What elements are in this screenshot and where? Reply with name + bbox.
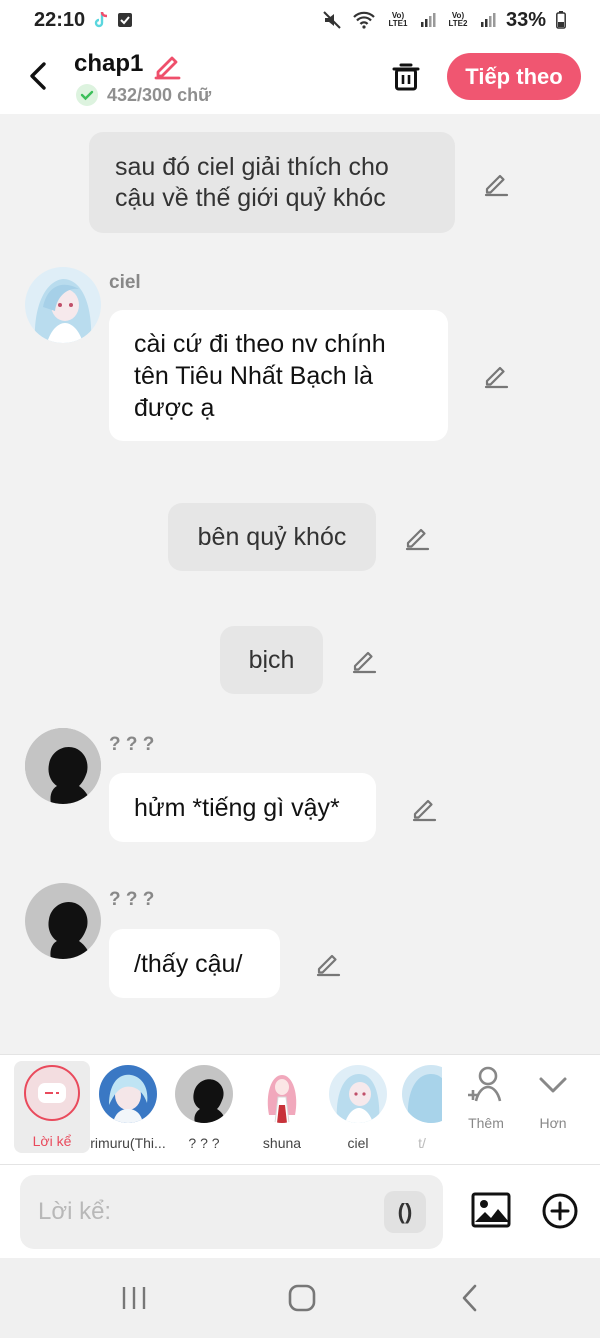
avatar-ciel [329, 1065, 387, 1123]
status-bar: 22:10 Vo) LTE1 Vo) LTE2 33% [0, 0, 600, 40]
recents-button[interactable] [114, 1280, 154, 1316]
battery-percent: 33% [505, 8, 546, 31]
nav-back-button[interactable] [450, 1280, 490, 1316]
edit-message-icon[interactable] [403, 523, 431, 551]
wifi-icon [352, 11, 376, 29]
message-bubble[interactable]: hửm *tiếng gì vậy* [109, 773, 376, 842]
tiktok-icon [93, 11, 109, 29]
status-time: 22:10 [34, 8, 86, 31]
avatar-unknown[interactable] [25, 728, 101, 804]
chapter-title[interactable]: chap1 [74, 50, 143, 78]
avatar-unknown[interactable] [25, 883, 101, 959]
message-bubble[interactable]: /thấy cậu/ [109, 929, 280, 998]
image-icon [471, 1192, 511, 1228]
character-label: shuna [262, 1135, 302, 1151]
next-button[interactable]: Tiếp theo [447, 53, 581, 100]
edit-message-icon[interactable] [314, 949, 342, 977]
delete-button[interactable] [388, 58, 424, 94]
character-label: ? ? ? [188, 1135, 220, 1151]
header: chap1 432/300 chữ Tiếp theo [0, 40, 600, 114]
word-count: 432/300 chữ [107, 85, 212, 105]
edit-title-icon[interactable] [152, 50, 182, 80]
avatar-partial [402, 1065, 442, 1123]
sim2-label: Vo) LTE2 [448, 11, 468, 28]
battery-icon [556, 11, 566, 29]
narration-bubble[interactable]: bên quỷ khóc [168, 503, 376, 571]
nav-back-icon [462, 1284, 477, 1312]
signal1-icon [420, 12, 436, 28]
add-button[interactable] [540, 1191, 580, 1231]
speaker-name: ? ? ? [109, 889, 155, 910]
add-user-icon [468, 1066, 502, 1102]
character-partial[interactable]: t/ [402, 1061, 442, 1153]
trash-icon [392, 63, 420, 91]
edit-message-icon[interactable] [410, 794, 438, 822]
narration-text: bên quỷ khóc [197, 522, 347, 551]
avatar-shuna [253, 1065, 311, 1123]
input-container: () [20, 1175, 443, 1249]
plus-circle-icon [542, 1193, 578, 1229]
chat-area[interactable]: sau đó ciel giải thích cho cậu về thế gi… [0, 114, 600, 1054]
message-text: hửm *tiếng gì vậy* [134, 793, 340, 822]
narration-icon [24, 1065, 80, 1121]
home-icon [288, 1284, 316, 1312]
narration-text: bịch [248, 645, 295, 674]
more-label: Hơn [539, 1115, 567, 1131]
avatar-unknown [175, 1065, 233, 1123]
message-input[interactable] [38, 1175, 378, 1249]
input-row: () [0, 1164, 600, 1258]
signal2-icon [480, 12, 496, 28]
narration-bubble[interactable]: sau đó ciel giải thích cho cậu về thế gi… [89, 132, 455, 233]
narration-bubble[interactable]: bịch [220, 626, 323, 694]
back-arrow-icon [30, 62, 46, 90]
checkbox-notification-icon [117, 12, 133, 28]
add-label: Thêm [468, 1115, 504, 1131]
back-button[interactable] [22, 56, 54, 96]
character-shuna[interactable]: shuna [250, 1061, 314, 1153]
home-button[interactable] [282, 1280, 322, 1316]
character-narration[interactable]: Lời kể [14, 1061, 90, 1153]
speaker-name: ciel [109, 272, 141, 293]
system-nav-bar [0, 1258, 600, 1338]
more-button[interactable]: Hơn [521, 1065, 585, 1131]
edit-message-icon[interactable] [482, 169, 510, 197]
add-character-button[interactable]: Thêm [454, 1065, 518, 1131]
character-bar: Lời kể rimuru(Thi... ? ? ? shuna ciel t/… [0, 1054, 600, 1164]
image-button[interactable] [470, 1189, 512, 1231]
speaker-name: ? ? ? [109, 734, 155, 755]
edit-message-icon[interactable] [482, 361, 510, 389]
avatar-rimuru [99, 1065, 157, 1123]
chevron-down-icon [539, 1077, 567, 1093]
parentheses-button[interactable]: () [384, 1191, 426, 1233]
narration-text: sau đó ciel giải thích cho cậu về thế gi… [115, 152, 389, 212]
recents-icon [122, 1287, 146, 1309]
character-rimuru[interactable]: rimuru(Thi... [84, 1061, 172, 1153]
check-icon [76, 84, 98, 106]
character-label: Lời kể [32, 1133, 72, 1149]
character-unknown[interactable]: ? ? ? [172, 1061, 236, 1153]
sim1-label: Vo) LTE1 [388, 11, 408, 28]
avatar-ciel[interactable] [25, 267, 101, 343]
character-label: ciel [347, 1135, 369, 1151]
message-text: /thấy cậu/ [134, 949, 243, 978]
mute-icon [322, 10, 342, 30]
message-bubble[interactable]: cài cứ đi theo nv chính tên Tiêu Nhất Bạ… [109, 310, 448, 441]
message-text: cài cứ đi theo nv chính tên Tiêu Nhất Bạ… [134, 329, 386, 422]
edit-message-icon[interactable] [350, 646, 378, 674]
character-label: t/ [418, 1135, 426, 1151]
character-label: rimuru(Thi... [90, 1135, 166, 1151]
character-ciel[interactable]: ciel [326, 1061, 390, 1153]
